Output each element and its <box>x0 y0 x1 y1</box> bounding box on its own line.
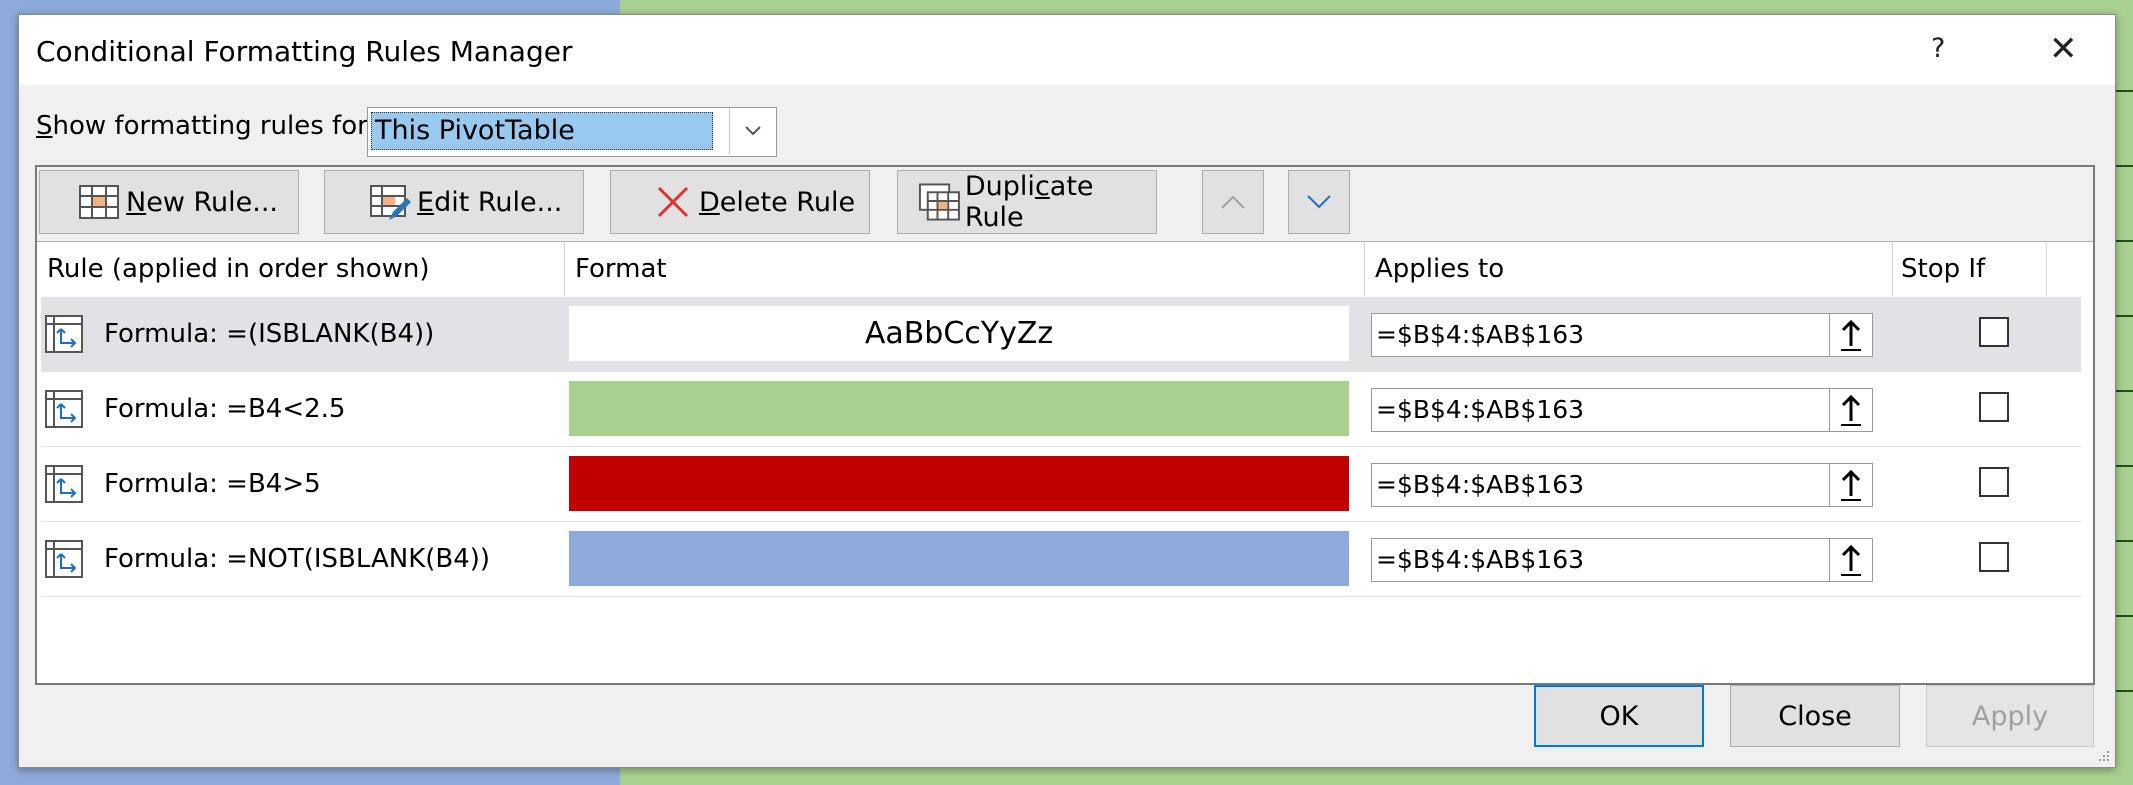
chevron-down-icon[interactable] <box>729 108 776 154</box>
resize-grip-icon[interactable] <box>2095 747 2111 763</box>
applies-to-field[interactable]: =$B$4:$AB$163 <box>1371 538 1873 582</box>
rule-row[interactable]: Formula: =B4>5 =$B$4:$AB$163 <box>41 447 2081 522</box>
close-icon[interactable]: ✕ <box>2049 29 2078 69</box>
rules-manager-dialog: Conditional Formatting Rules Manager ? ✕… <box>18 14 2116 768</box>
new-rule-button[interactable]: New Rule... <box>39 170 299 234</box>
column-header-format[interactable]: Format <box>565 242 1365 296</box>
rule-icon <box>45 465 83 503</box>
rule-icon <box>45 390 83 428</box>
show-rules-label: Show formatting rules for: <box>36 111 377 141</box>
applies-to-field[interactable]: =$B$4:$AB$163 <box>1371 463 1873 507</box>
rule-formula: Formula: =(ISBLANK(B4)) <box>104 319 435 349</box>
arrow-up-icon <box>1841 469 1861 501</box>
delete-rule-button[interactable]: Delete Rule <box>610 170 870 234</box>
chevron-up-icon <box>1221 195 1245 209</box>
column-header-rule[interactable]: Rule (applied in order shown) <box>37 242 565 296</box>
background-sheet <box>0 0 620 14</box>
arrow-up-icon <box>1841 394 1861 426</box>
range-select-button[interactable] <box>1829 314 1872 356</box>
close-button[interactable]: Close <box>1730 685 1900 747</box>
stop-if-true-checkbox[interactable] <box>1979 467 2009 497</box>
rules-panel: New Rule... Edit Rule... Delete Rule Dup… <box>35 165 2095 685</box>
format-preview <box>569 531 1349 586</box>
duplicate-rule-button[interactable]: Duplicate Rule <box>897 170 1157 234</box>
edit-rule-icon <box>370 185 411 220</box>
range-select-button[interactable] <box>1829 389 1872 431</box>
rule-row[interactable]: Formula: =(ISBLANK(B4)) AaBbCcYyZz =$B$4… <box>41 297 2081 372</box>
range-select-button[interactable] <box>1829 464 1872 506</box>
applies-to-value: =$B$4:$AB$163 <box>1376 395 1585 424</box>
format-preview: AaBbCcYyZz <box>569 306 1349 361</box>
stop-if-true-checkbox[interactable] <box>1979 392 2009 422</box>
ok-button[interactable]: OK <box>1534 685 1704 747</box>
stop-if-true-checkbox[interactable] <box>1979 317 2009 347</box>
rule-formula: Formula: =B4<2.5 <box>104 394 346 424</box>
rule-formula: Formula: =NOT(ISBLANK(B4)) <box>104 544 491 574</box>
rule-row[interactable]: Formula: =NOT(ISBLANK(B4)) =$B$4:$AB$163 <box>41 522 2081 597</box>
applies-to-value: =$B$4:$AB$163 <box>1376 320 1585 349</box>
rules-toolbar: New Rule... Edit Rule... Delete Rule Dup… <box>37 167 2093 242</box>
rule-icon <box>45 315 83 353</box>
chevron-down-icon <box>1307 195 1331 209</box>
applies-to-value: =$B$4:$AB$163 <box>1376 545 1585 574</box>
arrow-up-icon <box>1841 319 1861 351</box>
arrow-up-icon <box>1841 544 1861 576</box>
duplicate-rule-icon <box>918 183 960 221</box>
column-header-stop[interactable]: Stop If True <box>1893 242 2047 338</box>
applies-to-field[interactable]: =$B$4:$AB$163 <box>1371 313 1873 357</box>
help-button[interactable]: ? <box>1931 33 1945 64</box>
title-bar: Conditional Formatting Rules Manager ? ✕ <box>19 15 2115 85</box>
format-preview <box>569 456 1349 511</box>
rule-icon <box>45 540 83 578</box>
new-rule-icon <box>79 185 119 219</box>
rule-formula: Formula: =B4>5 <box>104 469 321 499</box>
applies-to-value: =$B$4:$AB$163 <box>1376 470 1585 499</box>
format-preview <box>569 381 1349 436</box>
applies-to-field[interactable]: =$B$4:$AB$163 <box>1371 388 1873 432</box>
delete-x-icon <box>657 186 689 218</box>
move-down-button[interactable] <box>1288 170 1350 234</box>
stop-if-true-checkbox[interactable] <box>1979 542 2009 572</box>
column-header-applies[interactable]: Applies to <box>1365 242 1893 296</box>
background-sheet <box>0 0 20 785</box>
move-up-button[interactable] <box>1202 170 1264 234</box>
range-select-button[interactable] <box>1829 539 1872 581</box>
show-rules-value: This PivotTable <box>371 112 713 150</box>
rule-row[interactable]: Formula: =B4<2.5 =$B$4:$AB$163 <box>41 372 2081 447</box>
apply-button[interactable]: Apply <box>1926 685 2094 747</box>
dialog-title: Conditional Formatting Rules Manager <box>36 35 573 68</box>
show-rules-dropdown[interactable]: This PivotTable <box>367 107 777 157</box>
edit-rule-button[interactable]: Edit Rule... <box>324 170 584 234</box>
